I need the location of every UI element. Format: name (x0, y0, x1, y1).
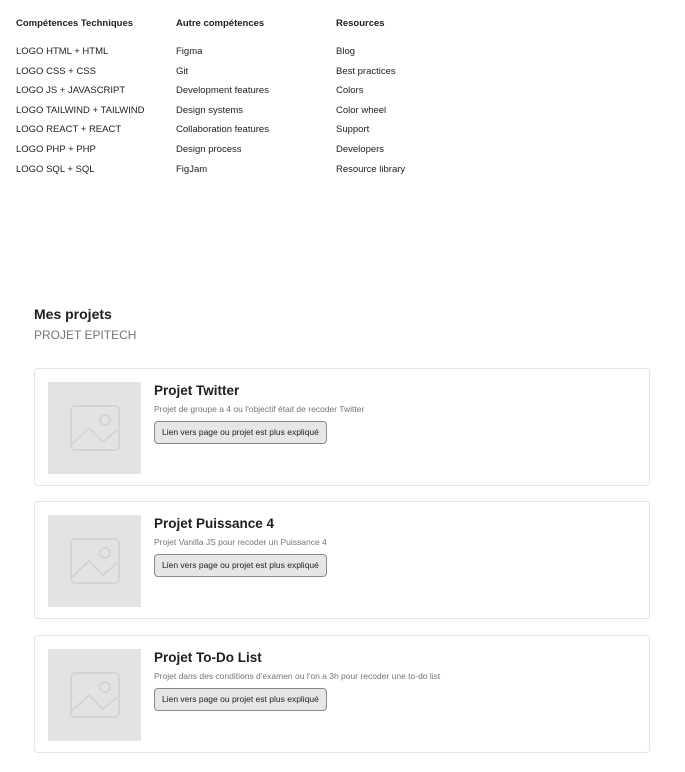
technical-skills-column: Compétences Techniques LOGO HTML + HTML … (16, 17, 176, 183)
project-title: Projet Puissance 4 (154, 516, 275, 531)
list-item: LOGO HTML + HTML (16, 46, 109, 57)
technical-skills-list: LOGO HTML + HTML LOGO CSS + CSS LOGO JS … (16, 46, 176, 176)
project-title: Projet Twitter (154, 383, 240, 398)
image-placeholder-icon (69, 672, 120, 718)
list-item-link[interactable]: Git (176, 66, 336, 78)
image-placeholder-icon (69, 538, 120, 584)
list-item-link[interactable]: Figma (176, 46, 336, 58)
project-image (48, 382, 141, 474)
list-item-link[interactable]: Support (336, 124, 496, 136)
list-item-link[interactable]: Development features (176, 85, 336, 97)
projects-subtitle: PROJET EPITECH (34, 328, 137, 342)
list-item: LOGO SQL + SQL (16, 163, 95, 175)
project-image (48, 649, 141, 741)
project-card: Projet To-Do List Projet dans des condit… (34, 635, 650, 753)
project-description: Projet de groupe a 4 ou l'objectif était… (154, 404, 365, 414)
project-link-button[interactable]: Lien vers page ou projet est plus expliq… (154, 421, 327, 444)
portfolio-page: Compétences Techniques LOGO HTML + HTML … (0, 0, 685, 772)
project-description: Projet Vanilla JS pour recoder un Puissa… (154, 537, 327, 547)
list-item: LOGO CSS + CSS (16, 65, 96, 77)
list-item-link[interactable]: Developers (336, 144, 496, 156)
column-title: Autre compétences (176, 18, 265, 29)
projects-title: Mes projets (34, 306, 112, 322)
project-card: Projet Puissance 4 Projet Vanilla JS pou… (34, 501, 650, 619)
skills-section: Compétences Techniques LOGO HTML + HTML … (16, 17, 496, 183)
list-item-link[interactable]: Design process (176, 144, 336, 156)
list-item-link[interactable]: Resource library (336, 164, 496, 176)
list-item: LOGO TAILWIND + TAILWIND (16, 104, 145, 116)
resources-column: Resources Blog Best practices Colors Col… (336, 17, 496, 183)
project-card-body: Projet To-Do List Projet dans des condit… (154, 649, 637, 711)
project-title: Projet To-Do List (154, 650, 262, 665)
list-item-link[interactable]: FigJam (176, 164, 336, 176)
list-item-link[interactable]: Collaboration features (176, 124, 336, 136)
list-item-link[interactable]: Design systems (176, 105, 336, 117)
image-placeholder-icon (69, 405, 120, 451)
list-item: LOGO PHP + PHP (16, 143, 96, 155)
column-title: Compétences Techniques (16, 18, 134, 29)
project-link-button[interactable]: Lien vers page ou projet est plus expliq… (154, 688, 327, 711)
list-item-link[interactable]: Best practices (336, 66, 496, 78)
column-title: Resources (336, 18, 385, 29)
project-link-button[interactable]: Lien vers page ou projet est plus expliq… (154, 554, 327, 577)
list-item: LOGO JS + JAVASCRIPT (16, 85, 126, 97)
project-card-body: Projet Twitter Projet de groupe a 4 ou l… (154, 382, 637, 444)
other-skills-list: Figma Git Development features Design sy… (176, 46, 336, 176)
list-item-link[interactable]: Colors (336, 85, 496, 97)
list-item-link[interactable]: Color wheel (336, 105, 496, 117)
project-card: Projet Twitter Projet de groupe a 4 ou l… (34, 368, 650, 486)
list-item: LOGO REACT + REACT (16, 124, 122, 136)
project-image (48, 515, 141, 607)
resources-list: Blog Best practices Colors Color wheel S… (336, 46, 496, 176)
other-skills-column: Autre compétences Figma Git Development … (176, 17, 336, 183)
projects-header: Mes projets PROJET EPITECH (34, 305, 136, 342)
project-description: Projet dans des conditions d'examen ou l… (154, 671, 441, 681)
project-card-body: Projet Puissance 4 Projet Vanilla JS pou… (154, 515, 637, 577)
list-item-link[interactable]: Blog (336, 46, 496, 58)
